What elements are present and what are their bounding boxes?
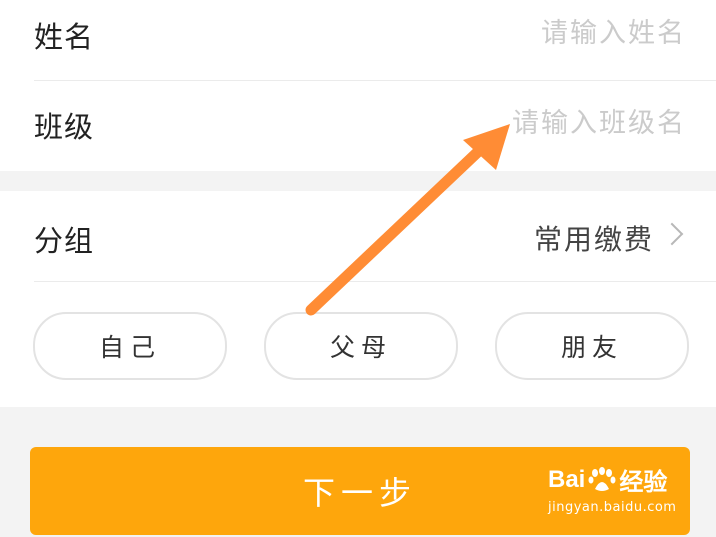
class-input[interactable] [386,108,686,139]
name-label: 姓名 [34,20,95,54]
watermark-brand-right: 经验 [619,469,668,496]
name-input[interactable] [386,18,686,49]
group-value[interactable]: 常用缴费 [534,218,654,258]
divider [34,80,716,81]
form-section-top: 姓名 班级 [0,0,716,171]
chip-friends[interactable]: 朋友 [495,312,689,380]
watermark-url: jingyan.baidu.com [548,500,677,515]
divider [34,281,716,282]
baidu-watermark: Bai 经验 jingyan.baidu.com [548,462,677,516]
baidu-paw-icon [588,466,616,491]
chip-self[interactable]: 自己 [33,312,227,380]
watermark-brand-left: Bai [548,465,586,493]
group-label: 分组 [34,224,95,258]
class-label: 班级 [34,110,95,144]
chip-parents[interactable]: 父母 [264,312,458,380]
